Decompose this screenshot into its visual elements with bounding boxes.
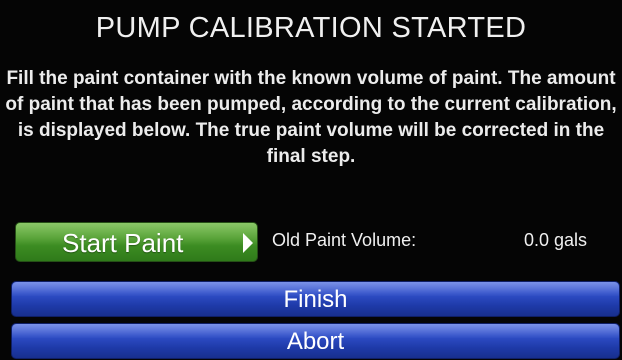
old-paint-volume-label: Old Paint Volume: (272, 230, 417, 250)
finish-label: Finish (283, 286, 348, 313)
chevron-right-icon (243, 233, 253, 253)
finish-button[interactable]: Finish (11, 281, 620, 317)
start-paint-label: Start Paint (62, 228, 184, 258)
instructions-text: Fill the paint container with the known … (5, 68, 617, 167)
abort-label: Abort (286, 328, 345, 355)
old-paint-volume-value: 0.0 gals (524, 230, 588, 250)
page-title: PUMP CALIBRATION STARTED (95, 12, 527, 44)
calibration-screen: PUMP CALIBRATION STARTED Fill the paint … (0, 0, 622, 360)
abort-button[interactable]: Abort (11, 323, 620, 359)
start-paint-button[interactable]: Start Paint (15, 222, 258, 262)
